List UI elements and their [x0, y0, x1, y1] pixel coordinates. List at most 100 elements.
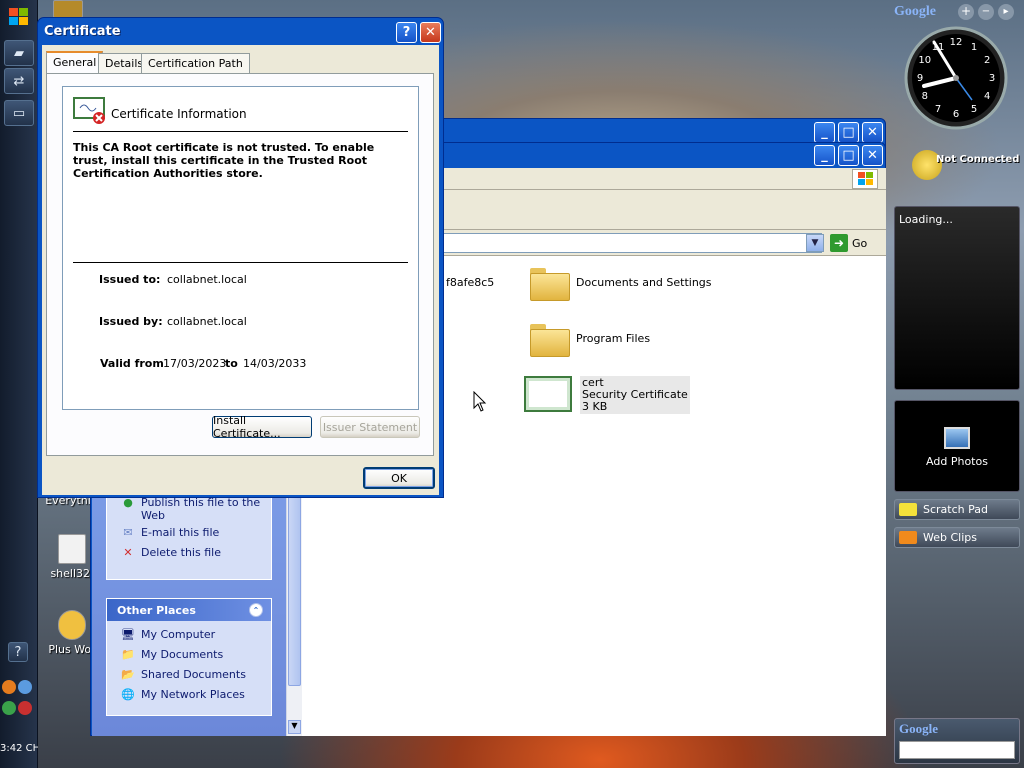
tray-network-icon[interactable] [2, 701, 16, 715]
google-search-gadget: Google [894, 718, 1020, 764]
task-publish-web[interactable]: ● Publish this file to the Web [107, 496, 271, 526]
desktop-icon-label: shell32. [50, 567, 94, 580]
place-my-documents[interactable]: 📁 My Documents [107, 648, 271, 668]
desktop-icon-label: Plus Wor [48, 643, 96, 656]
minimize-button[interactable]: _ [814, 145, 835, 166]
close-button[interactable]: ✕ [862, 122, 883, 143]
other-places-header[interactable]: Other Places ⌃ [107, 599, 271, 621]
valid-from-label: Valid from [100, 357, 164, 370]
web-clips-gadget[interactable]: Web Clips [894, 527, 1020, 548]
go-button[interactable]: ➜ Go [830, 234, 867, 252]
folder-documents-and-settings[interactable]: Documents and Settings [530, 266, 712, 301]
clock-numeral: 4 [984, 91, 990, 102]
notepad-icon [899, 503, 917, 516]
scratch-pad-gadget[interactable]: Scratch Pad [894, 499, 1020, 520]
window-icon[interactable]: ▭ [4, 100, 34, 126]
clock-numeral: 5 [971, 104, 977, 115]
computer-icon: 🖥 [121, 628, 135, 641]
valid-to-value: 14/03/2033 [243, 357, 307, 370]
issuer-statement-button[interactable]: Issuer Statement [320, 416, 420, 438]
file-tasks-box: ● Publish this file to the Web ✉ E-mail … [106, 486, 272, 580]
google-search-logo: Google [899, 721, 938, 736]
ok-button[interactable]: OK [363, 467, 435, 489]
clock-numeral: 8 [922, 91, 928, 102]
folder-program-files[interactable]: Program Files [530, 322, 651, 357]
place-shared-documents[interactable]: 📂 Shared Documents [107, 668, 271, 688]
news-panel: Loading... [894, 206, 1020, 390]
address-dropdown-icon[interactable]: ▼ [806, 234, 824, 252]
clock-numeral: 1 [971, 42, 977, 53]
desktop-app-icon [53, 0, 83, 18]
go-label: Go [852, 236, 868, 250]
task-pane-scrollbar[interactable]: ▼ [286, 490, 302, 736]
file-item-cert[interactable]: cert Security Certificate 3 KB [524, 376, 690, 414]
close-button[interactable]: ✕ [420, 22, 441, 43]
task-delete-file[interactable]: ✕ Delete this file [107, 546, 271, 566]
folder-icon [530, 322, 570, 357]
clock-numeral: 3 [989, 73, 995, 84]
help-button[interactable]: ? [396, 22, 417, 43]
file-name: Documents and Settings [576, 275, 712, 289]
show-desktop-icon[interactable]: ▰ [4, 40, 34, 66]
clock-numeral: 12 [950, 37, 963, 48]
tray-security-icon[interactable] [18, 701, 32, 715]
dll-file-icon [58, 534, 86, 564]
go-arrow-icon: ➜ [830, 234, 848, 252]
add-photos-label: Add Photos [926, 455, 988, 468]
dialog-title: Certificate [44, 24, 121, 39]
info-heading: Certificate Information [111, 107, 247, 121]
clock-numeral: 2 [984, 55, 990, 66]
tab-general[interactable]: General [46, 51, 104, 74]
close-button[interactable]: ✕ [862, 145, 883, 166]
menu-icon[interactable]: − [978, 4, 994, 20]
rss-icon [899, 531, 917, 544]
collapse-chevron-icon[interactable]: ⌃ [249, 603, 263, 617]
issued-by-value: collabnet.local [167, 315, 247, 328]
file-name: Program Files [576, 331, 651, 345]
general-tab-page: Certificate Information This CA Root cer… [46, 73, 434, 456]
issued-to-label: Issued to: [99, 273, 161, 286]
place-my-computer[interactable]: 🖥 My Computer [107, 628, 271, 648]
network-icon: 🌐 [121, 688, 135, 701]
shared-folder-icon: 📂 [121, 668, 135, 681]
analog-clock: 121234567891011 [904, 26, 1008, 130]
scrollbar-thumb[interactable] [288, 490, 301, 686]
photo-icon [944, 427, 970, 449]
tab-certification-path[interactable]: Certification Path [141, 53, 250, 73]
tray-icons [2, 680, 36, 720]
maximize-button[interactable]: □ [838, 145, 859, 166]
certificate-info-box: Certificate Information This CA Root cer… [62, 86, 419, 410]
collapse-sidebar-icon[interactable]: ▸ [998, 4, 1014, 20]
file-details: cert Security Certificate 3 KB [580, 376, 690, 414]
scroll-down-icon[interactable]: ▼ [288, 720, 301, 734]
minimize-button[interactable]: _ [814, 122, 835, 143]
delete-icon: ✕ [123, 546, 133, 559]
switch-windows-icon[interactable]: ⇄ [4, 68, 34, 94]
untrusted-certificate-icon [73, 97, 105, 124]
clock-numeral: 9 [917, 73, 923, 84]
file-item-hash-folder[interactable]: f8afe8c5 [446, 276, 494, 289]
tray-search-icon[interactable] [2, 680, 16, 694]
issued-by-label: Issued by: [99, 315, 163, 328]
google-search-input[interactable] [899, 741, 1015, 759]
add-gadget-icon[interactable]: + [958, 4, 974, 20]
photos-panel[interactable]: Add Photos [894, 400, 1020, 492]
trust-message: This CA Root certificate is not trusted.… [73, 141, 375, 180]
tray-messenger-icon[interactable] [18, 680, 32, 694]
place-my-network-places[interactable]: 🌐 My Network Places [107, 688, 271, 708]
google-logo[interactable]: Google [894, 4, 936, 20]
mouse-cursor-icon [473, 390, 487, 416]
windows-flag-icon [852, 169, 878, 189]
maximize-button[interactable]: □ [838, 122, 859, 143]
file-name: f8afe8c5 [446, 276, 495, 289]
install-certificate-button[interactable]: Install Certificate... [212, 414, 312, 440]
clock-numeral: 6 [953, 109, 959, 120]
valid-from-value: 17/03/2023 [163, 357, 227, 370]
taskbar-clock[interactable]: 3:42 CH [0, 743, 38, 754]
connection-status: Not Connected [936, 154, 1020, 165]
task-email-file[interactable]: ✉ E-mail this file [107, 526, 271, 546]
certificate-dialog: Certificate ? ✕ General Details Certific… [37, 17, 444, 498]
windows-logo-icon[interactable] [4, 4, 34, 30]
help-icon[interactable]: ? [8, 642, 28, 662]
file-size: 3 KB [582, 400, 608, 413]
